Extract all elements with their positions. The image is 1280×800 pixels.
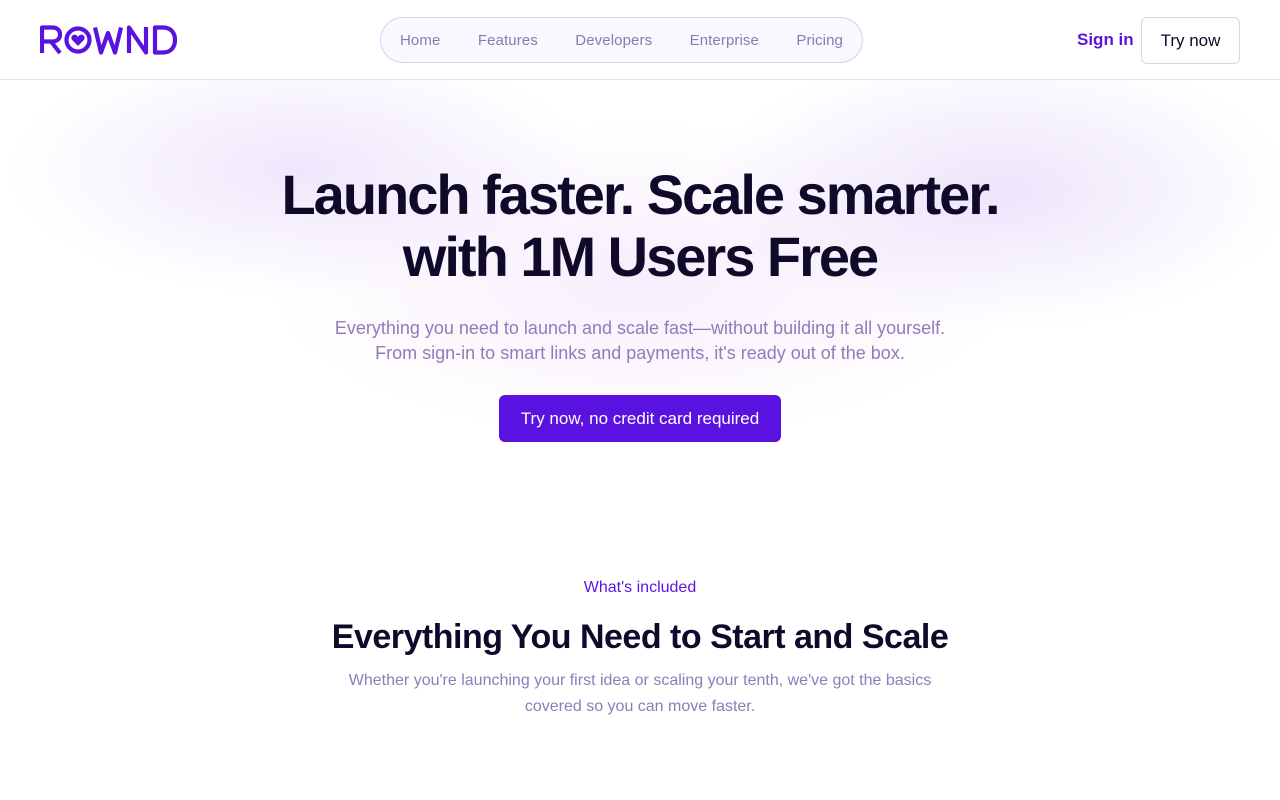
hero-subtext-line-1: Everything you need to launch and scale … xyxy=(334,318,946,338)
site-header: Home Features Developers Enterprise Pric… xyxy=(0,0,1280,80)
features-title: Everything You Need to Start and Scale xyxy=(331,618,949,656)
try-now-button[interactable]: Try now xyxy=(1141,17,1240,64)
features-subtext-line-2: covered so you can move faster. xyxy=(524,698,756,715)
features-subtext-line-1: Whether you're launching your first idea… xyxy=(348,672,932,689)
nav-item-pricing[interactable]: Pricing xyxy=(796,32,843,49)
features-eyebrow: What's included xyxy=(583,579,697,596)
hero-headline: Launch faster. Scale smarter. with 1M Us… xyxy=(0,164,1280,288)
nav-item-home[interactable]: Home xyxy=(400,32,440,49)
nav-item-enterprise[interactable]: Enterprise xyxy=(690,32,759,49)
hero-background-glow xyxy=(0,80,1280,540)
main-nav: Home Features Developers Enterprise Pric… xyxy=(380,17,863,63)
hero-headline-line-2: with 1M Users Free xyxy=(402,225,879,288)
hero-headline-line-1: Launch faster. Scale smarter. xyxy=(281,163,1000,226)
rownd-logo-mark xyxy=(40,25,178,55)
hero-cta-button[interactable]: Try now, no credit card required xyxy=(499,395,781,442)
hero-subtext-line-2: From sign-in to smart links and payments… xyxy=(375,343,905,363)
sign-in-link[interactable]: Sign in xyxy=(1077,30,1134,50)
nav-item-developers[interactable]: Developers xyxy=(575,32,652,49)
rownd-logo[interactable] xyxy=(40,23,186,57)
hero-subtext: Everything you need to launch and scale … xyxy=(0,316,1280,366)
nav-item-features[interactable]: Features xyxy=(478,32,538,49)
features-subtext: Whether you're launching your first idea… xyxy=(0,668,1280,720)
